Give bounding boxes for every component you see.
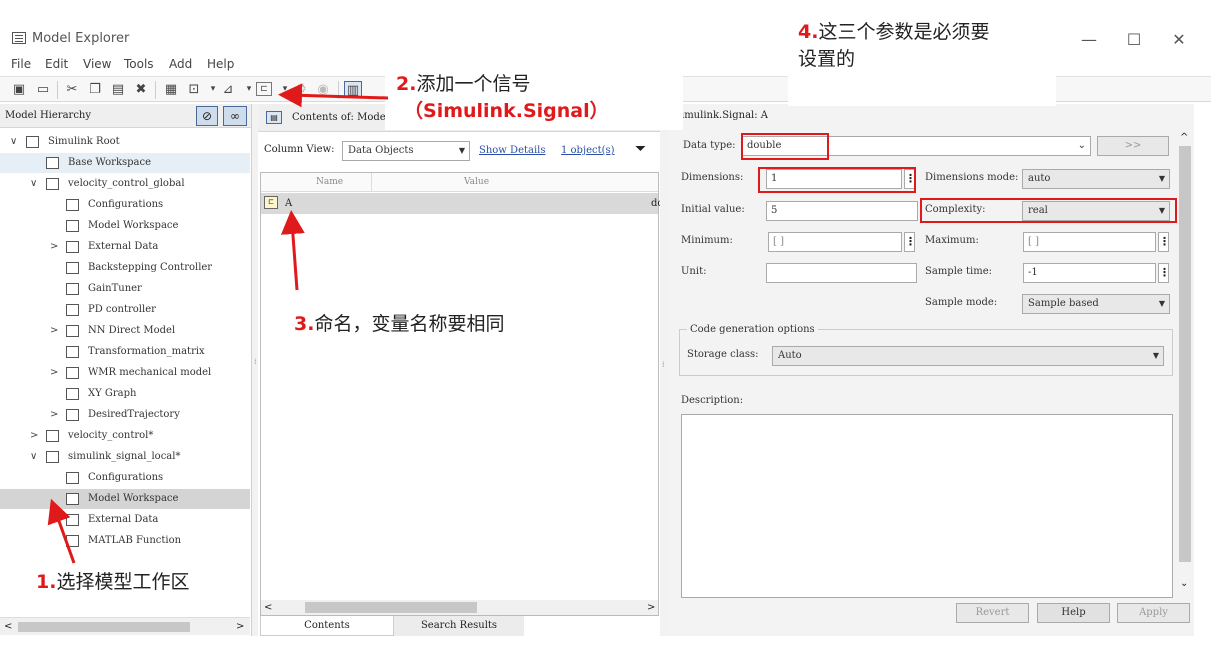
annotation-step-2-sub: （Simulink.Signal） (404, 98, 609, 124)
annotation-number: 3. (294, 313, 315, 335)
annotation-text: 命名，变量名称要相同 (314, 313, 505, 335)
annotation-step-3: 3.命名，变量名称要相同 (294, 311, 504, 337)
annotation-step-2: 2.添加一个信号 (396, 71, 530, 97)
annotation-signal-class: Simulink.Signal (423, 100, 590, 122)
arrow-to-row-name (280, 210, 305, 291)
annotation-paren: （ (404, 100, 424, 122)
annotation-step-4-line2: 设置的 (798, 48, 856, 70)
annotation-step-1: 1.选择模型工作区 (36, 569, 189, 595)
arrow-to-add-signal (278, 83, 389, 108)
annotation-text: 添加一个信号 (416, 73, 531, 95)
annotation-text: 这三个参数是必须要 (818, 21, 990, 43)
annotation-number: 2. (396, 73, 417, 95)
annotation-step-4: 4.这三个参数是必须要 (798, 19, 989, 45)
arrow-to-model-workspace (47, 498, 76, 564)
annotation-text: 选择模型工作区 (56, 571, 190, 593)
annotation-number: 1. (36, 571, 57, 593)
annotation-number: 4. (798, 21, 819, 43)
annotation-paren: ） (589, 100, 609, 122)
